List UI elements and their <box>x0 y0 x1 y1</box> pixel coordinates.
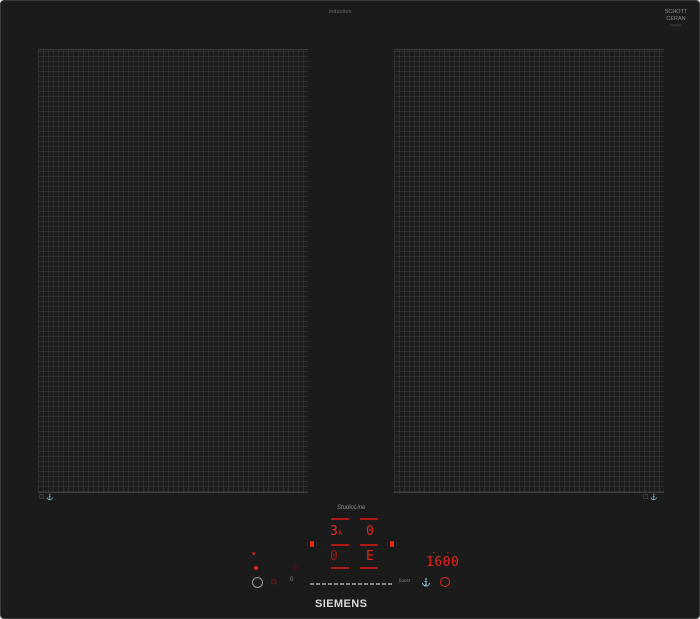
zone-indicator-bar <box>360 567 378 569</box>
front-left-level-display: 3A <box>330 525 342 540</box>
zone-left-marker: ☐ ⚓ <box>39 495 54 501</box>
top-brand-text: induction <box>329 9 352 15</box>
zone-indicator-bar <box>331 567 349 569</box>
siemens-logo: SIEMENS <box>315 598 368 610</box>
zone-indicator-bar <box>360 518 378 520</box>
power-level-slider[interactable] <box>310 583 394 585</box>
front-right-level-display: 0 <box>366 524 375 539</box>
wifi-icon[interactable]: ▾ <box>252 550 256 558</box>
zone-select-left-icon[interactable] <box>310 541 314 547</box>
slider-max-label: boost <box>399 578 411 583</box>
rear-right-level-display: E <box>366 549 375 564</box>
cooking-zone-left[interactable] <box>38 49 308 493</box>
rear-left-level-display: 0 <box>330 549 339 564</box>
zone-indicator-bar <box>360 544 378 546</box>
cooktop: induction SCHOTT CERAN induction ☐ ⚓ ☐ ⚓… <box>0 0 700 619</box>
ceramic-glass-logo: SCHOTT CERAN induction <box>663 9 689 29</box>
zone-select-right-icon[interactable] <box>390 541 394 547</box>
ceramic-fine: induction <box>669 23 682 27</box>
slider-min-label: 0 <box>290 577 294 583</box>
series-label: StudioLine <box>337 505 366 511</box>
status-dot-icon <box>254 566 258 570</box>
zone-right-marker: ☐ ⚓ <box>643 495 658 501</box>
zone-indicator-bar <box>331 544 349 546</box>
frying-sensor-icon[interactable]: ⚓ <box>421 578 431 587</box>
level-suffix: A <box>338 530 343 537</box>
pan-detect-icon[interactable]: ♢ <box>292 563 299 572</box>
zone-indicator-bar <box>331 518 349 520</box>
cooking-zone-right[interactable] <box>394 49 664 493</box>
timer-icon[interactable] <box>440 577 450 587</box>
lock-icon[interactable]: ⊡ <box>271 578 277 586</box>
timer-display: 1600 <box>426 555 460 570</box>
power-icon[interactable] <box>252 577 263 588</box>
ceramic-brand: SCHOTT <box>664 9 688 15</box>
